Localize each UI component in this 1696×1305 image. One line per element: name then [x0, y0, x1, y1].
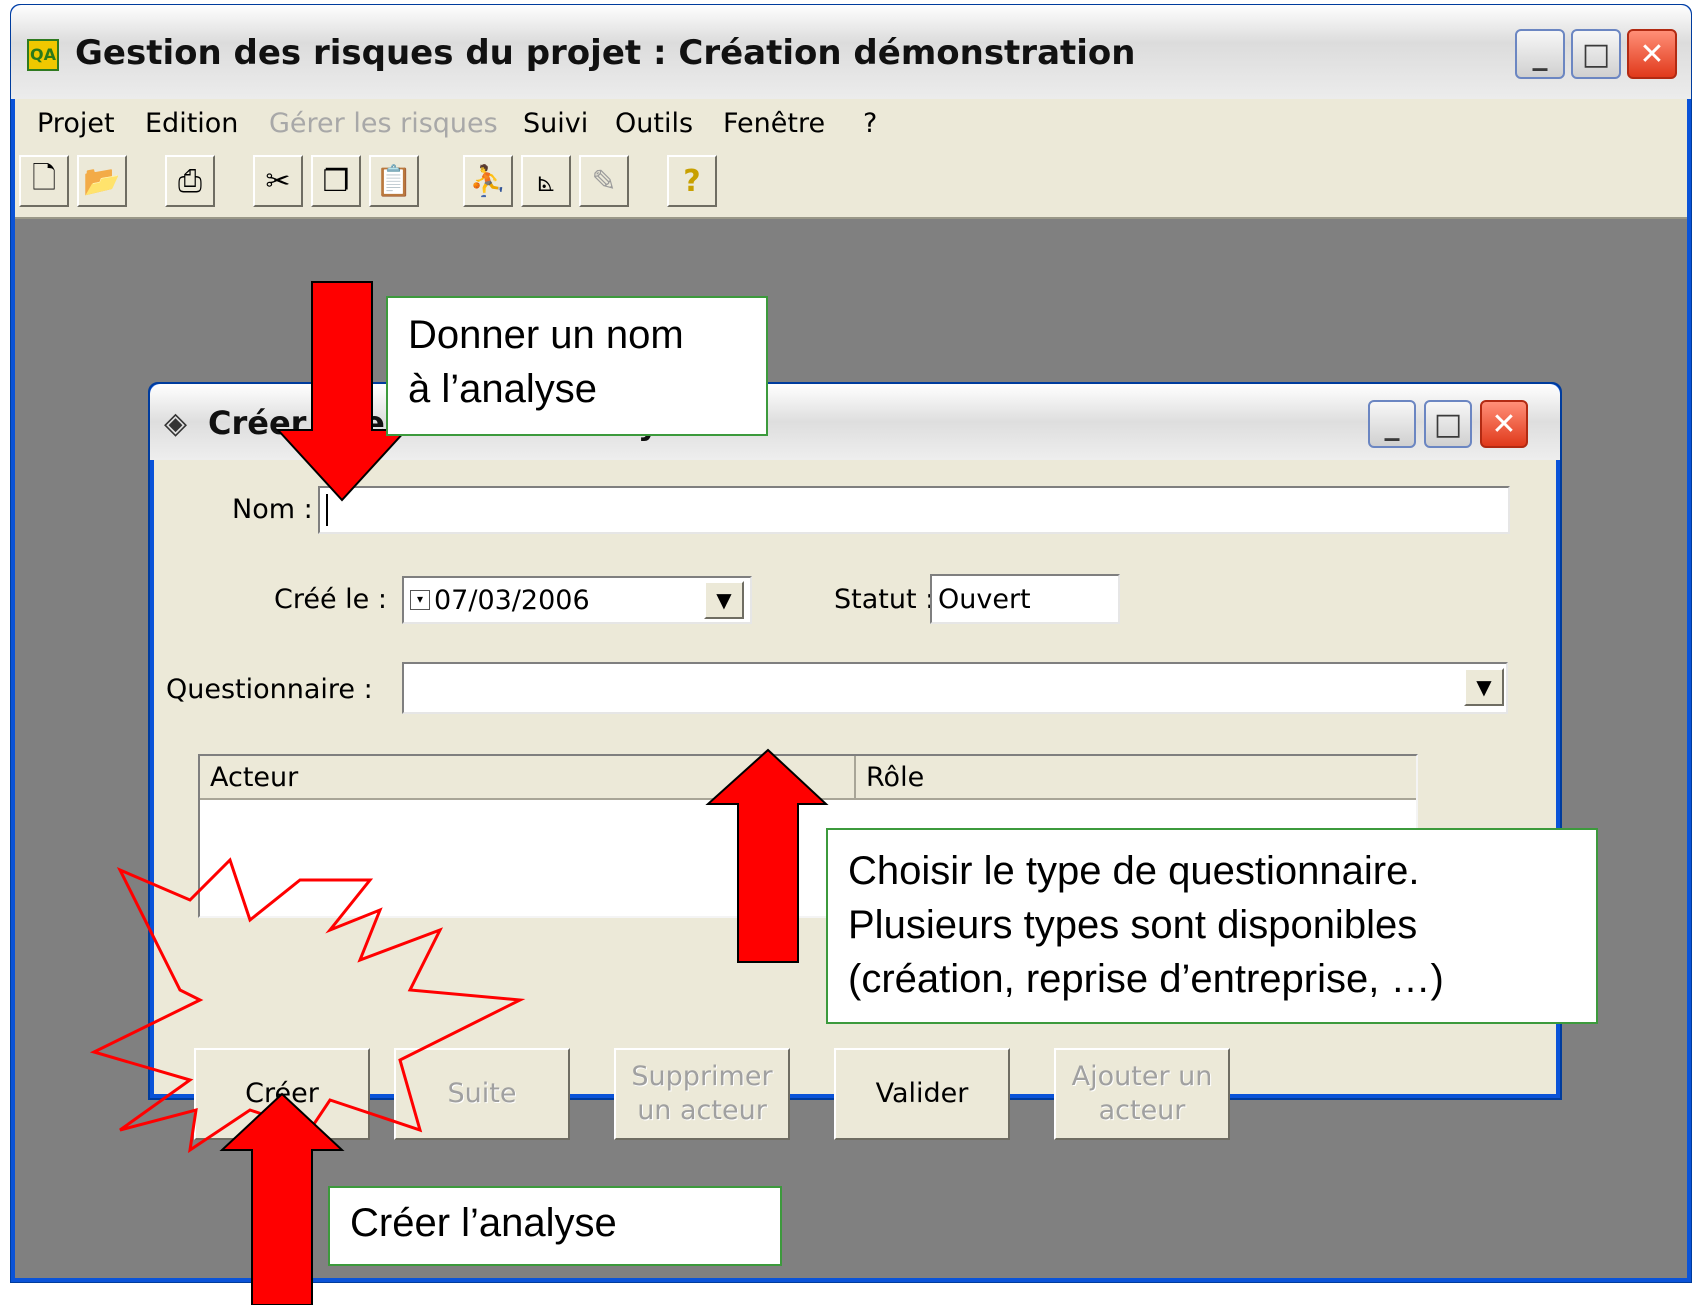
- supprimer-label: Supprimer un acteur: [631, 1061, 773, 1126]
- callout-creer-text: Créer l’analyse: [350, 1201, 617, 1245]
- supprimer-acteur-button[interactable]: Supprimer un acteur: [614, 1048, 790, 1140]
- chart-button[interactable]: ⦝: [521, 155, 571, 207]
- menu-bar: Projet Edition Gérer les risques Suivi O…: [15, 99, 1687, 150]
- find-icon: ⛹: [469, 163, 507, 199]
- creer-label: Créer: [245, 1078, 319, 1109]
- close-button[interactable]: ✕: [1627, 29, 1677, 79]
- date-value: 07/03/2006: [434, 584, 590, 616]
- menu-edition[interactable]: Edition: [145, 108, 238, 139]
- menu-suivi[interactable]: Suivi: [523, 108, 588, 139]
- questionnaire-label: Questionnaire :: [166, 674, 373, 705]
- callout-creer: Créer l’analyse: [328, 1186, 782, 1266]
- new-file-icon: 🗋: [31, 160, 57, 196]
- print-button[interactable]: ⎙: [165, 155, 215, 207]
- callout-quest-line3: (création, reprise d’entreprise, …): [848, 957, 1444, 1001]
- chart-icon: ⦝: [537, 163, 555, 199]
- nom-label: Nom :: [232, 494, 313, 525]
- chevron-down-icon: ▼: [1476, 675, 1492, 699]
- ajouter-acteur-button[interactable]: Ajouter un acteur: [1054, 1048, 1230, 1140]
- statut-field[interactable]: Ouvert: [930, 574, 1120, 624]
- column-header-role[interactable]: Rôle: [856, 756, 1416, 800]
- suite-button[interactable]: Suite: [394, 1048, 570, 1140]
- calendar-checkbox-icon[interactable]: ▾: [410, 590, 430, 610]
- callout-nom: Donner un nom à l’analyse: [386, 296, 768, 436]
- close-icon: ✕: [1491, 406, 1517, 442]
- date-picker[interactable]: ▾ 07/03/2006: [402, 576, 752, 624]
- callout-quest-line1: Choisir le type de questionnaire.: [848, 849, 1420, 893]
- menu-projet[interactable]: Projet: [37, 108, 115, 139]
- edit-button[interactable]: ✎: [579, 155, 629, 207]
- copy-button[interactable]: ❐: [311, 155, 361, 207]
- questionnaire-combobox[interactable]: [402, 662, 1508, 714]
- help-icon: ?: [683, 163, 701, 199]
- edit-icon: ✎: [591, 163, 617, 199]
- valider-label: Valider: [875, 1078, 969, 1109]
- ajouter-label: Ajouter un acteur: [1071, 1061, 1213, 1126]
- paste-icon: 📋: [375, 163, 413, 199]
- dialog-title-bar[interactable]: ◈ Créer une nouvelle analyse _ □ ✕: [150, 384, 1560, 460]
- title-bar[interactable]: QA Gestion des risques du projet : Créat…: [11, 5, 1691, 99]
- callout-questionnaire: Choisir le type de questionnaire. Plusie…: [826, 828, 1598, 1024]
- cut-icon: ✂: [265, 163, 291, 199]
- menu-outils[interactable]: Outils: [615, 108, 693, 139]
- date-dropdown-button[interactable]: ▼: [704, 581, 744, 619]
- statut-label: Statut :: [834, 584, 935, 615]
- column-header-acteur[interactable]: Acteur: [200, 756, 856, 800]
- cree-le-label: Créé le :: [274, 584, 387, 615]
- questionnaire-dropdown-button[interactable]: ▼: [1464, 668, 1504, 706]
- maximize-icon: □: [1581, 36, 1611, 72]
- text-caret: [326, 494, 328, 526]
- paste-button[interactable]: 📋: [369, 155, 419, 207]
- valider-button[interactable]: Valider: [834, 1048, 1010, 1140]
- creer-button[interactable]: Créer: [194, 1048, 370, 1140]
- find-button[interactable]: ⛹: [463, 155, 513, 207]
- app-icon: QA: [27, 39, 59, 71]
- minimize-icon: _: [1532, 36, 1548, 72]
- help-button[interactable]: ?: [667, 155, 717, 207]
- new-file-button[interactable]: 🗋: [19, 155, 69, 207]
- maximize-icon: □: [1433, 406, 1463, 442]
- callout-nom-line2: à l’analyse: [408, 367, 598, 411]
- open-button[interactable]: 📂: [77, 155, 127, 207]
- dialog-close-button[interactable]: ✕: [1480, 400, 1528, 448]
- minimize-icon: _: [1384, 406, 1400, 442]
- dialog-icon: ◈: [164, 406, 188, 441]
- statut-value: Ouvert: [938, 583, 1031, 615]
- menu-gerer-les-risques[interactable]: Gérer les risques: [269, 108, 498, 139]
- copy-icon: ❐: [322, 163, 350, 199]
- print-icon: ⎙: [178, 163, 202, 199]
- menu-fenetre[interactable]: Fenêtre: [723, 108, 825, 139]
- nom-input[interactable]: [318, 486, 1510, 534]
- callout-nom-line1: Donner un nom: [408, 313, 684, 357]
- cut-button[interactable]: ✂: [253, 155, 303, 207]
- open-folder-icon: 📂: [83, 163, 121, 199]
- suite-label: Suite: [447, 1078, 517, 1109]
- chevron-down-icon: ▼: [716, 588, 732, 612]
- callout-quest-line2: Plusieurs types sont disponibles: [848, 903, 1418, 947]
- maximize-button[interactable]: □: [1571, 29, 1621, 79]
- minimize-button[interactable]: _: [1515, 29, 1565, 79]
- close-icon: ✕: [1639, 36, 1665, 72]
- toolbar: 🗋 📂 ⎙ ✂ ❐ 📋 ⛹ ⦝ ✎ ?: [15, 149, 1687, 219]
- dialog-minimize-button[interactable]: _: [1368, 400, 1416, 448]
- menu-help[interactable]: ?: [863, 108, 877, 139]
- dialog-maximize-button[interactable]: □: [1424, 400, 1472, 448]
- window-title: Gestion des risques du projet : Création…: [75, 33, 1136, 73]
